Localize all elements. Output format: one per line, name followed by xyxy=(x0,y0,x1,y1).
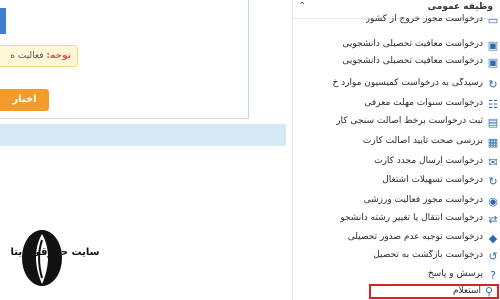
logo-caption: سایت حقوقی دیتا xyxy=(10,247,100,258)
news-button[interactable]: اخبار xyxy=(0,89,49,111)
refresh-icon: ↻ xyxy=(488,78,498,91)
sidebar-item-label: درخواست مجوز خروج از کشور xyxy=(365,14,483,24)
sidebar-item-label: درخواست ارسال مجدد کارت xyxy=(374,156,483,166)
sidebar-item-label: ثبت درخواست برخط اصالت سنجی کار xyxy=(336,116,483,126)
sidebar-item-card-verification[interactable]: ▦ بررسی صحت تایید اصالت کارت xyxy=(293,134,500,152)
sidebar-item-employment-facilities[interactable]: ↻ درخواست تسهیلات اشتغال xyxy=(293,173,500,191)
sidebar-item-label: رسیدگی به درخواست کمیسیون موارد خ xyxy=(332,78,483,88)
sidebar-item-label: درخواست مجوز فعالیت ورزشی xyxy=(363,195,483,205)
sidebar-item-exit-permit[interactable]: ▭ درخواست مجوز خروج از کشور xyxy=(293,12,500,30)
sidebar-item-label: بررسی صحت تایید اصالت کارت xyxy=(362,136,483,146)
gear-list-icon: ☷ xyxy=(488,98,498,111)
sidebar-item-label: درخواست سنوات مهلت معرفی xyxy=(364,98,483,108)
sidebar-item-transfer[interactable]: ⇄ درخواست انتقال یا تغییر رشته دانشجو xyxy=(293,211,500,229)
id-card-icon: ▣ xyxy=(487,39,499,52)
refresh-icon: ↻ xyxy=(488,175,498,188)
sidebar-item-faq[interactable]: ? پرسش و پاسخ xyxy=(293,267,500,285)
sidebar-item-return-to-study[interactable]: ↺ درخواست بازگشت به تحصیل xyxy=(293,248,500,266)
sidebar-item-commission[interactable]: ↻ رسیدگی به درخواست کمیسیون موارد خ xyxy=(293,76,500,94)
panel-accent xyxy=(0,8,6,34)
sidebar-item-label: درخواست تسهیلات اشتغال xyxy=(382,175,483,185)
sidebar-item-justification[interactable]: ◆ درخواست توجیه عدم صدور تحصیلی xyxy=(293,230,500,248)
sidebar-item-label: درخواست معافیت تحصیلی دانشجویی xyxy=(342,56,483,66)
sidebar-item-inquiry[interactable]: ⚲ استعلام xyxy=(369,284,499,299)
sidebar-item-student-exemption[interactable]: ▣ درخواست معافیت تحصیلی دانشجویی xyxy=(293,37,500,55)
content-panel: توجه: فعالیت ه اخبار xyxy=(0,0,249,119)
main-content: توجه: فعالیت ه اخبار سایت حقوقی دیتا xyxy=(0,0,286,300)
certificate-icon: ▤ xyxy=(487,116,499,129)
sidebar-item-label: درخواست بازگشت به تحصیل xyxy=(373,250,483,260)
sidebar: وظیفه عمومی ⌃ ▭ درخواست مجوز خروج از کشو… xyxy=(292,0,500,300)
sidebar-item-label: درخواست انتقال یا تغییر رشته دانشجو xyxy=(340,213,483,223)
sidebar-item-student-exemption-2[interactable]: ▣ درخواست معافیت تحصیلی دانشجویی xyxy=(293,54,500,72)
transfer-icon: ⇄ xyxy=(488,213,498,226)
card-check-icon: ▦ xyxy=(487,136,499,149)
help-icon: ? xyxy=(490,269,496,282)
notice-label: توجه: xyxy=(46,51,71,61)
sidebar-item-label: استعلام xyxy=(452,286,481,296)
notice-banner: توجه: فعالیت ه xyxy=(0,45,78,67)
sidebar-item-label: پرسش و پاسخ xyxy=(427,269,483,279)
ball-icon: ◉ xyxy=(488,195,498,208)
passport-icon: ▭ xyxy=(487,14,499,27)
id-card-icon: ▣ xyxy=(487,56,499,69)
sidebar-item-deferral-years[interactable]: ☷ درخواست سنوات مهلت معرفی xyxy=(293,96,500,114)
sidebar-item-sports-permit[interactable]: ◉ درخواست مجوز فعالیت ورزشی xyxy=(293,193,500,211)
sidebar-item-online-authentication[interactable]: ▤ ثبت درخواست برخط اصالت سنجی کار xyxy=(293,114,500,132)
sidebar-item-label: درخواست توجیه عدم صدور تحصیلی xyxy=(347,232,483,242)
sidebar-item-label: درخواست معافیت تحصیلی دانشجویی xyxy=(342,39,483,49)
mail-icon: ✉ xyxy=(488,156,498,169)
content-band xyxy=(0,124,286,146)
search-icon: ⚲ xyxy=(484,285,494,298)
return-icon: ↺ xyxy=(488,250,498,263)
chevron-up-icon[interactable]: ⌃ xyxy=(298,1,306,12)
section-title: وظیفه عمومی xyxy=(427,2,493,12)
sidebar-item-card-resend[interactable]: ✉ درخواست ارسال مجدد کارت xyxy=(293,154,500,172)
notice-text: فعالیت ه xyxy=(10,51,44,61)
logo xyxy=(22,230,62,286)
diamond-icon: ◆ xyxy=(488,232,498,245)
